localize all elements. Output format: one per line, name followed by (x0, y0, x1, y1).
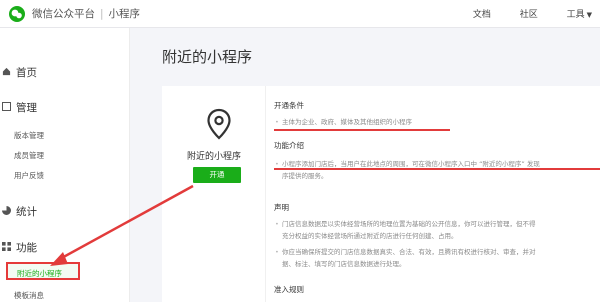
location-pin-icon (207, 108, 231, 140)
statement-text-1a: 门店信息数据是以实体经营场所的地理位置为基础的公开信息，你可以进行管理，但不得 (275, 218, 535, 230)
top-bar: 微信公众平台 | 小程序 文档 社区 工具 ▼ (0, 0, 600, 28)
intro-text-line-2: 序提供的服务。 (282, 172, 328, 180)
nav-home-label: 首页 (16, 67, 37, 79)
section-title-rules: 准入规则 (274, 285, 304, 294)
conditions-text: 主体为企业、政府、媒体及其他组织的小程序 (275, 116, 412, 128)
nav-features-label: 功能 (16, 242, 37, 254)
nav-manage-label: 管理 (16, 102, 37, 114)
brand-separator: | (100, 8, 104, 20)
statement-text-1b: 充分权益的实体经营场所通过附近的店进行任何创建、占用。 (282, 232, 458, 240)
sidebar-item-members[interactable]: 成员管理 (14, 150, 44, 161)
info-section: 开通条件 主体为企业、政府、媒体及其他组织的小程序 功能介绍 小程序添加门店后，… (274, 86, 600, 302)
top-links: 文档 社区 工具 ▼ (447, 7, 592, 20)
manage-icon (2, 102, 11, 111)
stats-icon (2, 206, 11, 215)
statement-text-2a: 你应当确保所提交的门店信息数据真实、合法、有效，且腾讯有权进行核对、审查，并对 (275, 246, 535, 258)
annotation-underline-conditions (274, 129, 450, 131)
sidebar-item-versions[interactable]: 版本管理 (14, 130, 44, 141)
sidebar-item-template-message[interactable]: 模板消息 (14, 290, 44, 301)
open-button[interactable]: 开通 (193, 167, 241, 183)
page: 微信公众平台 | 小程序 文档 社区 工具 ▼ 首页 管理 版本管理 成员管理 用户反… (0, 0, 600, 302)
home-icon (2, 67, 11, 76)
wechat-logo-icon (9, 6, 25, 22)
sidebar: 首页 管理 版本管理 成员管理 用户反馈 统计 功能 附近的小程序 模板消息 (0, 28, 130, 302)
feature-icon (2, 242, 11, 251)
chevron-down-icon: ▼ (586, 11, 592, 19)
sidebar-item-feedback[interactable]: 用户反馈 (14, 170, 44, 181)
feature-card: 附近的小程序 开通 (162, 86, 266, 302)
docs-link[interactable]: 文档 (473, 10, 491, 20)
tools-label: 工具 (566, 10, 585, 20)
section-title-intro: 功能介绍 (274, 141, 304, 150)
section-title-conditions: 开通条件 (274, 101, 304, 110)
tools-menu[interactable]: 工具 ▼ (567, 10, 592, 20)
community-link[interactable]: 社区 (520, 10, 538, 20)
content-panel: 附近的小程序 开通 开通条件 主体为企业、政府、媒体及其他组织的小程序 功能介绍… (162, 86, 600, 302)
nav-stats-label: 统计 (16, 206, 37, 218)
page-title: 附近的小程序 (162, 48, 253, 66)
card-title: 附近的小程序 (186, 152, 241, 162)
statement-text-2b: 据、标注、填写的门店信息数据进行处理。 (282, 260, 406, 268)
sidebar-item-nearby-miniprogram[interactable]: 附近的小程序 (6, 262, 80, 280)
brand-name[interactable]: 微信公众平台 (32, 8, 95, 20)
annotation-underline-intro (274, 168, 600, 170)
section-title-statement: 声明 (274, 203, 289, 212)
brand: 微信公众平台 | 小程序 (32, 6, 140, 21)
product-name: 小程序 (108, 8, 141, 20)
